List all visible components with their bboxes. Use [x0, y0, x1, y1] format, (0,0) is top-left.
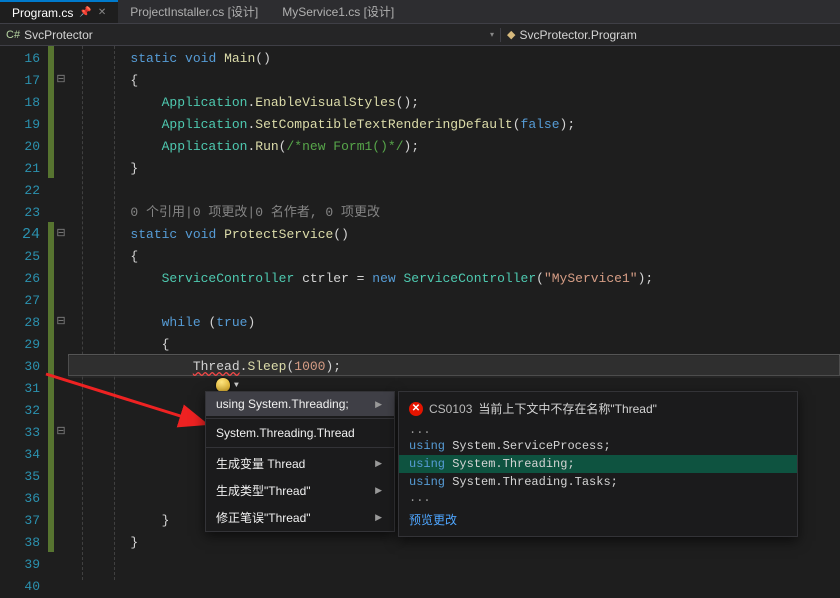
- error-message: 当前上下文中不存在名称"Thread": [478, 400, 657, 417]
- chevron-right-icon: ▶: [375, 458, 382, 469]
- tab-label: Program.cs: [12, 6, 73, 20]
- csharp-icon: C#: [6, 29, 20, 41]
- chevron-down-icon[interactable]: ▼: [234, 381, 239, 390]
- fold-bar[interactable]: [54, 46, 68, 580]
- nav-project-dropdown[interactable]: C# SvcProtector ▾: [0, 28, 500, 42]
- close-icon[interactable]: ✕: [98, 7, 106, 18]
- fold-toggle-icon[interactable]: [54, 222, 68, 244]
- nav-project-label: SvcProtector: [24, 28, 93, 42]
- chevron-right-icon: ▶: [375, 485, 382, 496]
- error-icon: ✕: [409, 402, 423, 416]
- menu-item-fqn[interactable]: System.Threading.Thread: [206, 421, 394, 445]
- quick-actions-menu: using System.Threading; ▶ System.Threadi…: [205, 391, 395, 532]
- chevron-down-icon: ▾: [490, 30, 494, 39]
- menu-item-genvar[interactable]: 生成变量 Thread ▶: [206, 450, 394, 477]
- tab-myservice[interactable]: MyService1.cs [设计]: [270, 0, 406, 23]
- menu-item-using[interactable]: using System.Threading; ▶: [206, 392, 394, 416]
- nav-bar: C# SvcProtector ▾ ◆ SvcProtector.Program: [0, 24, 840, 46]
- tab-label: MyService1.cs [设计]: [282, 3, 394, 20]
- menu-item-gentype[interactable]: 生成类型"Thread" ▶: [206, 477, 394, 504]
- nav-class-label: SvcProtector.Program: [519, 28, 636, 42]
- preview-changes-link[interactable]: 预览更改: [399, 505, 797, 530]
- tab-bar: Program.cs 📌 ✕ ProjectInstaller.cs [设计] …: [0, 0, 840, 24]
- fold-toggle-icon[interactable]: [54, 310, 68, 332]
- class-icon: ◆: [507, 28, 515, 41]
- tab-program[interactable]: Program.cs 📌 ✕: [0, 0, 118, 23]
- chevron-right-icon: ▶: [375, 399, 382, 410]
- pin-icon[interactable]: 📌: [79, 7, 91, 18]
- error-token[interactable]: Thread: [193, 359, 240, 374]
- codelens-indicator[interactable]: 0 个引用|0 项更改|0 名作者, 0 项更改: [130, 205, 380, 220]
- code-ellipsis: ...: [399, 423, 797, 437]
- nav-class-dropdown[interactable]: ◆ SvcProtector.Program: [500, 28, 840, 42]
- highlighted-fix-line: using System.Threading;: [399, 455, 797, 473]
- error-code: CS0103: [429, 402, 472, 416]
- chevron-right-icon: ▶: [375, 512, 382, 523]
- tab-projectinstaller[interactable]: ProjectInstaller.cs [设计]: [118, 0, 270, 23]
- preview-flyout: ✕ CS0103 当前上下文中不存在名称"Thread" ... using S…: [398, 391, 798, 537]
- code-ellipsis: ...: [399, 491, 797, 505]
- fold-toggle-icon[interactable]: [54, 420, 68, 442]
- line-number-gutter: 16 17 18 19 20 21 22 23 24 25 26 27 28 2…: [0, 46, 48, 580]
- lightbulb-icon[interactable]: [216, 378, 230, 392]
- tab-label: ProjectInstaller.cs [设计]: [130, 3, 258, 20]
- fold-toggle-icon[interactable]: [54, 68, 68, 90]
- menu-item-typo[interactable]: 修正笔误"Thread" ▶: [206, 504, 394, 531]
